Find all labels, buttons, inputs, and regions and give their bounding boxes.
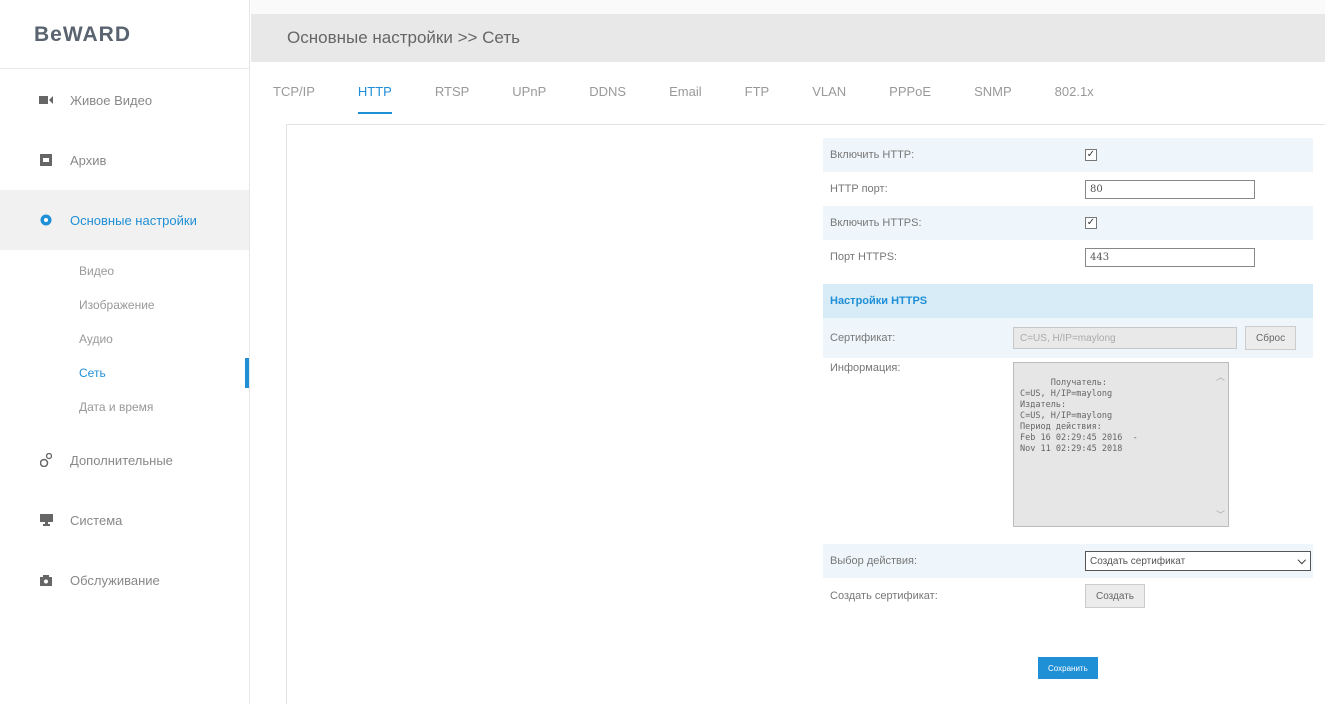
sidebar-item-label: Основные настройки bbox=[70, 212, 197, 228]
info-row: Информация: Получатель: C=US, H/IP=maylo… bbox=[823, 358, 1313, 544]
top-strip bbox=[251, 0, 1325, 14]
maintenance-icon bbox=[38, 572, 54, 588]
tab-pppoe[interactable]: PPPoE bbox=[889, 76, 931, 116]
certificate-info-textarea[interactable]: Получатель: C=US, H/IP=maylong Издатель:… bbox=[1013, 362, 1229, 527]
certificate-field: C=US, H/IP=maylong bbox=[1013, 327, 1237, 349]
sidebar-subitem-image[interactable]: Изображение bbox=[0, 288, 249, 322]
https-port-input[interactable] bbox=[1085, 247, 1255, 267]
sidebar-subitem-audio[interactable]: Аудио bbox=[0, 322, 249, 356]
enable-http-checkbox[interactable]: ✓ bbox=[1085, 149, 1097, 161]
brand-logo[interactable]: BeWARD bbox=[0, 0, 249, 70]
gears-icon bbox=[38, 452, 54, 468]
action-select-value: Создать сертификат bbox=[1090, 555, 1186, 567]
tab-vlan[interactable]: VLAN bbox=[812, 76, 846, 116]
reset-button[interactable]: Сброс bbox=[1245, 326, 1297, 350]
logo-divider bbox=[0, 68, 250, 69]
tab-ddns[interactable]: DDNS bbox=[589, 76, 626, 116]
tab-tcpip[interactable]: TCP/IP bbox=[273, 76, 315, 116]
create-button[interactable]: Создать bbox=[1085, 584, 1146, 608]
sidebar: BeWARD Живое Видео Архив Основные настро… bbox=[0, 0, 250, 704]
sidebar-item-label: Живое Видео bbox=[70, 92, 153, 108]
enable-http-label: Включить HTTP: bbox=[830, 149, 915, 161]
enable-https-checkbox[interactable]: ✓ bbox=[1085, 217, 1097, 229]
https-port-label: Порт HTTPS: bbox=[830, 251, 898, 263]
sidebar-item-live-video[interactable]: Живое Видео bbox=[0, 70, 249, 130]
https-port-row: Порт HTTPS: bbox=[823, 240, 1313, 274]
sidebar-subitem-date-time[interactable]: Дата и время bbox=[0, 390, 249, 424]
tab-http[interactable]: HTTP bbox=[357, 76, 392, 116]
enable-https-row: Включить HTTPS: ✓ bbox=[823, 206, 1313, 240]
sidebar-submenu: Видео Изображение Аудио Сеть Дата и врем… bbox=[0, 250, 249, 430]
gear-icon bbox=[38, 212, 54, 228]
sidebar-item-basic-settings[interactable]: Основные настройки bbox=[0, 190, 249, 250]
sidebar-item-maintenance[interactable]: Обслуживание bbox=[0, 550, 249, 610]
sidebar-item-label: Архив bbox=[70, 152, 107, 168]
sidebar-item-label: Система bbox=[70, 512, 123, 528]
tab-8021x[interactable]: 802.1x bbox=[1055, 76, 1094, 116]
scroll-up-icon[interactable]: ︿ bbox=[1216, 373, 1225, 384]
http-port-row: HTTP порт: bbox=[823, 172, 1313, 206]
https-settings-section-title: Настройки HTTPS bbox=[823, 284, 1313, 318]
save-area: Сохранить bbox=[1038, 657, 1098, 679]
tab-rtsp[interactable]: RTSP bbox=[435, 76, 469, 116]
tab-snmp[interactable]: SNMP bbox=[974, 76, 1012, 116]
network-tabs: TCP/IP HTTP RTSP UPnP DDNS Email FTP VLA… bbox=[251, 76, 1325, 116]
scroll-down-icon[interactable]: ﹀ bbox=[1216, 511, 1225, 522]
create-cert-label: Создать сертификат: bbox=[830, 590, 938, 602]
create-cert-row: Создать сертификат: Создать bbox=[823, 578, 1313, 614]
sidebar-item-archive[interactable]: Архив bbox=[0, 130, 249, 190]
video-camera-icon bbox=[38, 92, 54, 108]
tab-ftp[interactable]: FTP bbox=[745, 76, 770, 116]
archive-icon bbox=[38, 152, 54, 168]
certificate-info-text: Получатель: C=US, H/IP=maylong Издатель:… bbox=[1020, 378, 1138, 454]
info-label: Информация: bbox=[830, 362, 901, 374]
sidebar-item-advanced[interactable]: Дополнительные bbox=[0, 430, 249, 490]
sidebar-item-label: Обслуживание bbox=[70, 572, 160, 588]
monitor-icon bbox=[38, 512, 54, 528]
action-row: Выбор действия: Создать сертификат ⌵ bbox=[823, 544, 1313, 578]
sidebar-item-system[interactable]: Система bbox=[0, 490, 249, 550]
tab-upnp[interactable]: UPnP bbox=[512, 76, 546, 116]
save-button[interactable]: Сохранить bbox=[1038, 657, 1098, 679]
certificate-row: Сертификат: C=US, H/IP=maylong Сброс bbox=[823, 318, 1313, 358]
breadcrumb: Основные настройки >> Сеть bbox=[287, 28, 520, 47]
chevron-down-icon: ⌵ bbox=[1297, 554, 1306, 567]
tab-email[interactable]: Email bbox=[669, 76, 702, 116]
http-port-input[interactable] bbox=[1085, 179, 1255, 199]
action-label: Выбор действия: bbox=[830, 555, 918, 567]
http-port-label: HTTP порт: bbox=[830, 183, 888, 195]
sidebar-item-label: Дополнительные bbox=[70, 452, 173, 468]
action-select[interactable]: Создать сертификат ⌵ bbox=[1085, 551, 1311, 571]
http-settings-form: Включить HTTP: ✓ HTTP порт: Включить HTT… bbox=[823, 138, 1313, 614]
enable-https-label: Включить HTTPS: bbox=[830, 217, 922, 229]
sidebar-subitem-video[interactable]: Видео bbox=[0, 254, 249, 288]
page-header: Основные настройки >> Сеть bbox=[251, 14, 1325, 62]
sidebar-subitem-network[interactable]: Сеть bbox=[0, 356, 249, 390]
enable-http-row: Включить HTTP: ✓ bbox=[823, 138, 1313, 172]
